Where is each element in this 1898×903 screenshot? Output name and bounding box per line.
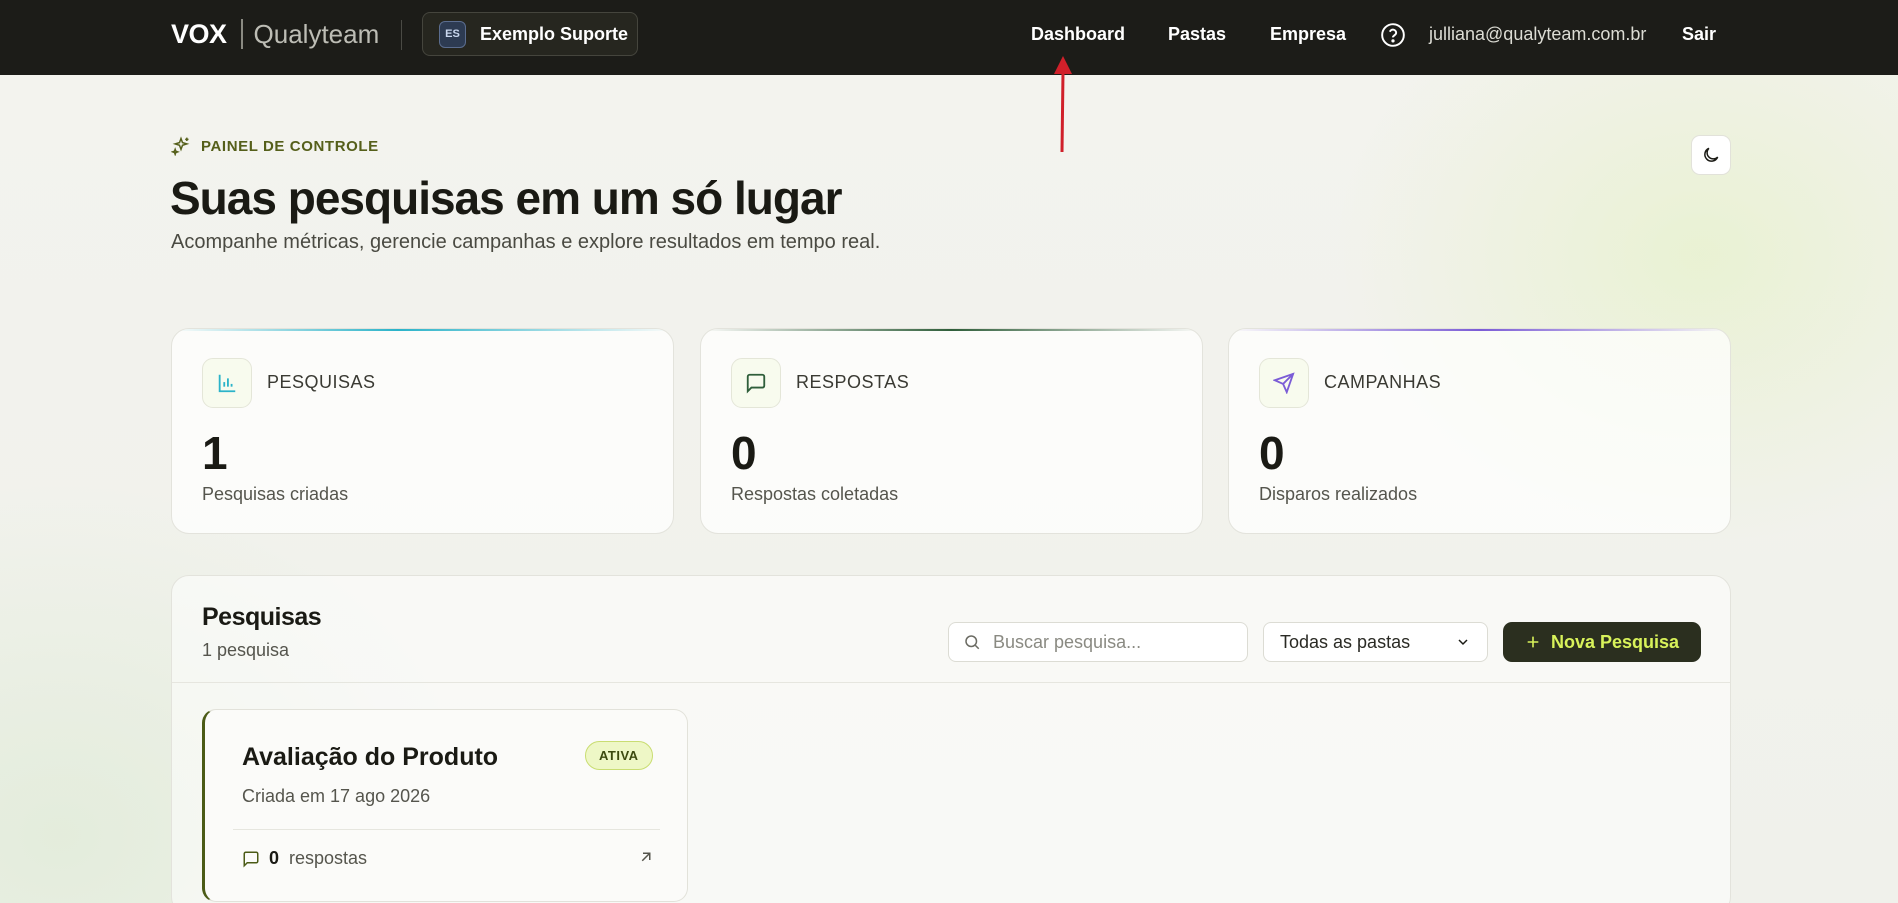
responses-label: respostas bbox=[289, 848, 368, 868]
search-box[interactable] bbox=[948, 622, 1248, 662]
stat-card-pesquisas: PESQUISAS 1 Pesquisas criadas bbox=[171, 328, 674, 534]
eyebrow-text: PAINEL DE CONTROLE bbox=[201, 137, 379, 155]
stat-description: Respostas coletadas bbox=[731, 484, 899, 504]
org-badge: ES bbox=[439, 20, 466, 48]
brand-name: Qualyteam bbox=[253, 18, 380, 49]
chevron-down-icon bbox=[1458, 639, 1468, 646]
sparkles-icon bbox=[171, 136, 190, 156]
user-email[interactable]: julliana@qualyteam.com.br bbox=[1429, 24, 1646, 45]
message-square-icon bbox=[746, 373, 766, 394]
stat-label: CAMPANHAS bbox=[1324, 372, 1442, 392]
brand-logo[interactable]: VOX Qualyteam bbox=[171, 18, 379, 50]
status-badge: ATIVA bbox=[585, 741, 653, 770]
stat-label: PESQUISAS bbox=[267, 372, 376, 392]
brand-separator bbox=[240, 19, 243, 49]
main-content: PAINEL DE CONTROLE Suas pesquisas em um … bbox=[0, 75, 1898, 903]
survey-created-date: Criada em 17 ago 2026 bbox=[242, 786, 431, 806]
stat-card-campanhas: CAMPANHAS 0 Disparos realizados bbox=[1228, 328, 1731, 534]
stat-accent-line bbox=[172, 329, 673, 331]
stat-description: Pesquisas criadas bbox=[202, 484, 349, 504]
stat-card-respostas: RESPOSTAS 0 Respostas coletadas bbox=[700, 328, 1203, 534]
folder-filter-value: Todas as pastas bbox=[1280, 631, 1411, 652]
logout-link[interactable]: Sair bbox=[1682, 24, 1716, 45]
arrow-up-right-icon[interactable] bbox=[637, 848, 655, 866]
folder-filter-select[interactable]: Todas as pastas bbox=[1263, 622, 1488, 662]
stat-accent-line bbox=[1229, 329, 1730, 331]
surveys-panel-header: Pesquisas 1 pesquisa Todas as pastas Nov… bbox=[172, 576, 1730, 683]
search-input[interactable] bbox=[993, 631, 1233, 653]
survey-card[interactable]: Avaliação do Produto ATIVA Criada em 17 … bbox=[202, 709, 688, 902]
eyebrow: PAINEL DE CONTROLE bbox=[171, 136, 379, 156]
surveys-panel: Pesquisas 1 pesquisa Todas as pastas Nov… bbox=[171, 575, 1731, 903]
survey-responses: 0 respostas bbox=[242, 848, 367, 869]
plus-icon bbox=[1527, 636, 1539, 648]
stat-value: 0 bbox=[1259, 427, 1285, 479]
stat-label: RESPOSTAS bbox=[796, 372, 910, 392]
page-subtitle: Acompanhe métricas, gerencie campanhas e… bbox=[171, 231, 881, 253]
survey-title[interactable]: Avaliação do Produto bbox=[242, 743, 498, 772]
moon-icon bbox=[1704, 147, 1719, 162]
stat-accent-line bbox=[701, 329, 1202, 331]
org-name: Exemplo Suporte bbox=[480, 23, 629, 44]
annotation-arrow bbox=[1054, 56, 1072, 153]
surveys-count: 1 pesquisa bbox=[202, 640, 290, 660]
search-icon bbox=[965, 635, 980, 650]
theme-toggle-button[interactable] bbox=[1691, 135, 1731, 175]
brand-divider bbox=[401, 20, 402, 50]
new-survey-label: Nova Pesquisa bbox=[1550, 631, 1680, 652]
nav-dashboard[interactable]: Dashboard bbox=[1031, 24, 1125, 45]
question-circle-icon[interactable] bbox=[1380, 22, 1406, 48]
stat-value: 1 bbox=[202, 427, 228, 479]
nav-pastas[interactable]: Pastas bbox=[1168, 24, 1226, 45]
stat-icon-box bbox=[1259, 358, 1309, 408]
stat-icon-box bbox=[731, 358, 781, 408]
top-nav-bar: VOX Qualyteam ES Exemplo Suporte Dashboa… bbox=[0, 0, 1898, 75]
page-title: Suas pesquisas em um só lugar bbox=[170, 172, 842, 224]
send-icon bbox=[1273, 372, 1295, 394]
surveys-title: Pesquisas bbox=[202, 603, 322, 631]
organization-switcher[interactable]: ES Exemplo Suporte bbox=[422, 12, 638, 56]
responses-count: 0 bbox=[269, 848, 280, 868]
nav-empresa[interactable]: Empresa bbox=[1270, 24, 1346, 45]
new-survey-button[interactable]: Nova Pesquisa bbox=[1503, 622, 1701, 662]
message-square-icon bbox=[243, 851, 259, 868]
stat-icon-box bbox=[202, 358, 252, 408]
brand-vox: VOX bbox=[171, 18, 227, 49]
stat-description: Disparos realizados bbox=[1259, 484, 1418, 504]
stat-value: 0 bbox=[731, 427, 757, 479]
bar-chart-icon bbox=[218, 374, 236, 393]
divider bbox=[233, 829, 660, 830]
